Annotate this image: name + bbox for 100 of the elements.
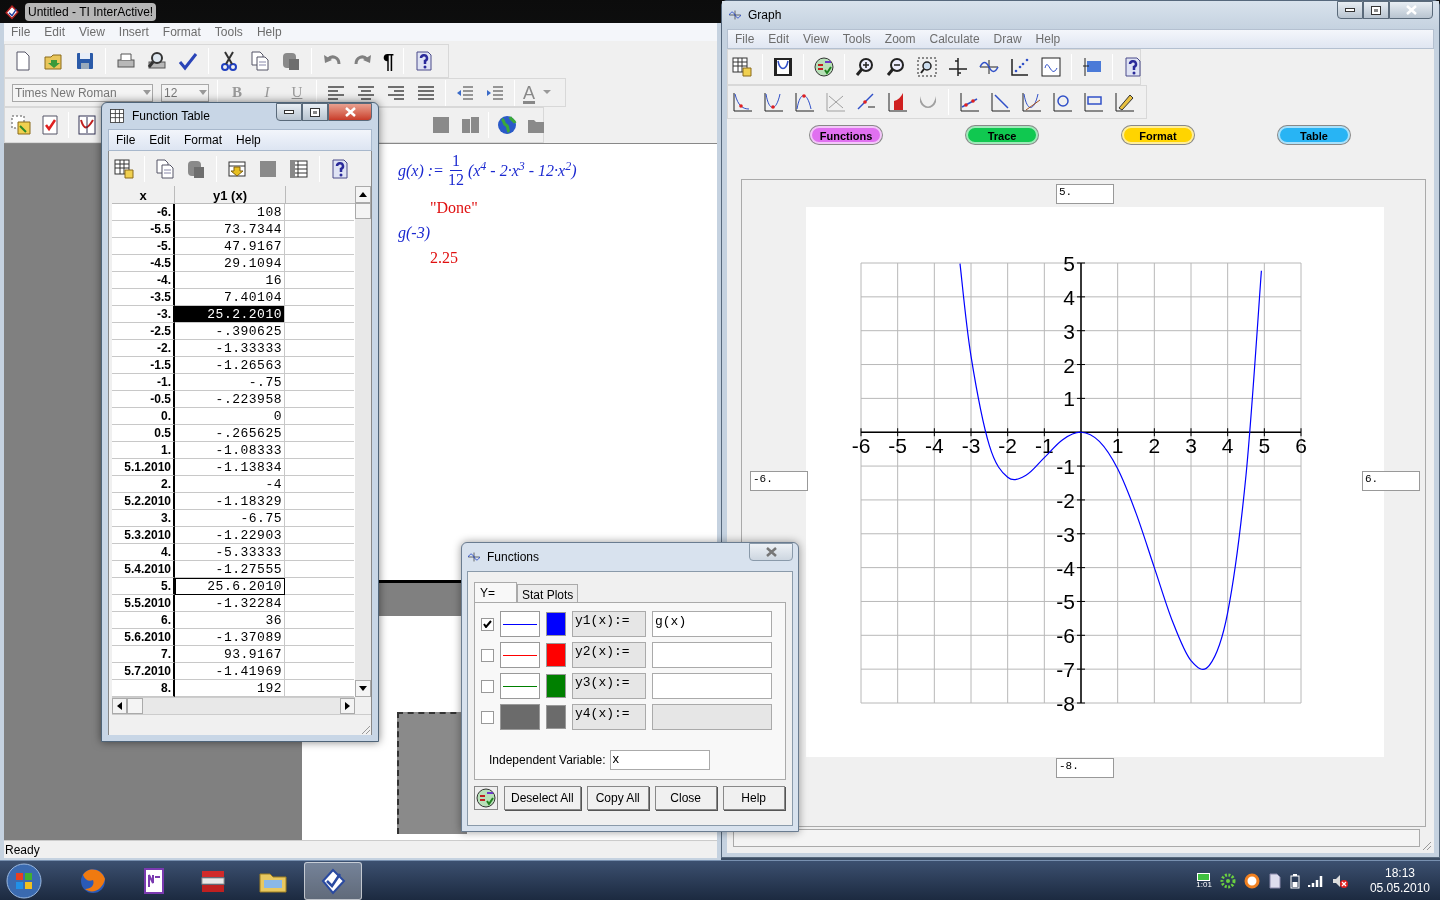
axes-icon[interactable] xyxy=(947,56,969,78)
table-cell[interactable]: -1.37089 xyxy=(175,629,285,646)
table-cell[interactable]: 25.6.2010 xyxy=(175,578,285,595)
save-icon[interactable] xyxy=(74,50,96,72)
function-field[interactable] xyxy=(652,642,772,668)
globe-icon[interactable] xyxy=(496,114,518,136)
insert-object-icon[interactable] xyxy=(10,114,32,136)
menu-item[interactable]: View xyxy=(796,30,836,48)
function-field[interactable] xyxy=(652,673,772,699)
font-name-dropdown[interactable]: Times New Roman xyxy=(12,83,153,102)
square-icon[interactable] xyxy=(430,114,452,136)
table-cell[interactable]: -.265625 xyxy=(175,425,285,442)
rectangle-icon[interactable] xyxy=(1082,91,1104,113)
paste-icon[interactable] xyxy=(280,50,302,72)
line-style-swatch[interactable] xyxy=(500,673,540,699)
start-button[interactable] xyxy=(4,861,44,900)
menu-item[interactable]: View xyxy=(72,23,112,41)
menu-item[interactable]: Insert xyxy=(111,23,156,41)
table-cell[interactable]: 73.7344 xyxy=(175,221,285,238)
copy-icon[interactable] xyxy=(154,157,176,180)
scroll-thumb[interactable] xyxy=(127,698,143,714)
math-tools-icon[interactable] xyxy=(813,56,835,78)
pencil-icon[interactable] xyxy=(1113,91,1135,113)
table-cell[interactable]: 16 xyxy=(175,272,285,289)
table-cell[interactable]: -6.75 xyxy=(175,510,285,527)
table-cell[interactable]: 93.9167 xyxy=(175,646,285,663)
table-cell[interactable]: 29.1094 xyxy=(175,255,285,272)
menu-item[interactable]: Tools xyxy=(835,30,878,48)
menu-item[interactable]: Help xyxy=(249,23,289,41)
table-cell[interactable]: -1.32284 xyxy=(175,595,285,612)
color-swatch[interactable] xyxy=(546,674,566,698)
zoom-box-icon[interactable] xyxy=(916,56,938,78)
print-preview-icon[interactable] xyxy=(146,50,168,72)
table-cell[interactable]: 0 xyxy=(175,408,285,425)
copy-icon[interactable] xyxy=(249,50,271,72)
pages-icon[interactable] xyxy=(459,114,481,136)
dialog-button[interactable]: Deselect All xyxy=(504,786,581,810)
menu-item[interactable]: Help xyxy=(1028,30,1068,48)
menu-item[interactable]: Zoom xyxy=(877,30,923,48)
table-cell[interactable]: 7.40104 xyxy=(175,289,285,306)
menu-item[interactable]: Format xyxy=(177,131,230,149)
document-icon[interactable] xyxy=(1267,872,1282,889)
pill-button[interactable]: Functions xyxy=(810,126,882,144)
line-style-swatch[interactable] xyxy=(500,611,540,637)
table-cell[interactable]: 25.2.2010 xyxy=(175,306,285,323)
menu-item[interactable]: Calculate xyxy=(922,30,987,48)
pill-button[interactable]: Format xyxy=(1122,126,1194,144)
range-field[interactable]: 6. xyxy=(1362,471,1420,491)
film-icon[interactable] xyxy=(772,56,794,78)
paragraph-button[interactable]: ¶ xyxy=(383,51,395,71)
table-cell[interactable]: -1.22903 xyxy=(175,527,285,544)
close-button[interactable] xyxy=(749,543,793,561)
table-cell[interactable]: -1.27555 xyxy=(175,561,285,578)
range-field[interactable]: 5. xyxy=(1056,184,1114,204)
signal-icon[interactable] xyxy=(1307,873,1324,888)
taskbar-button[interactable] xyxy=(304,861,362,900)
scroll-down-arrow-icon[interactable] xyxy=(359,686,367,691)
horizontal-scrollbar[interactable] xyxy=(733,829,1420,847)
scroll-up-arrow-icon[interactable] xyxy=(359,192,367,197)
curve-maximum-icon[interactable] xyxy=(793,91,815,113)
table-list-icon[interactable] xyxy=(288,157,310,180)
dialog-button[interactable]: Help xyxy=(722,786,785,810)
scroll-thumb[interactable] xyxy=(355,203,371,219)
shaded-area-icon[interactable] xyxy=(886,91,908,113)
diagonal-line-icon[interactable] xyxy=(989,91,1011,113)
color-swatch[interactable] xyxy=(546,612,566,636)
line-through-points-icon[interactable] xyxy=(958,91,980,113)
help-icon[interactable] xyxy=(329,157,351,180)
table-cell[interactable]: 47.9167 xyxy=(175,238,285,255)
table-cell[interactable]: -.75 xyxy=(175,374,285,391)
resize-grip-icon[interactable] xyxy=(359,723,371,735)
range-field[interactable]: -8. xyxy=(1056,758,1114,778)
cut-icon[interactable] xyxy=(218,50,240,72)
table-cell[interactable]: -1.08333 xyxy=(175,442,285,459)
minimize-button[interactable] xyxy=(276,103,302,121)
independent-variable-field[interactable]: x xyxy=(609,750,710,770)
line-style-swatch[interactable] xyxy=(500,642,540,668)
zoom-in-icon[interactable] xyxy=(854,56,876,78)
table-cell[interactable]: -1.41969 xyxy=(175,663,285,680)
table-cell[interactable]: 36 xyxy=(175,612,285,629)
check-mark-icon[interactable] xyxy=(177,50,199,72)
checkbox[interactable] xyxy=(481,648,494,662)
maximize-button[interactable] xyxy=(302,103,328,121)
curve-frame-icon[interactable] xyxy=(1040,56,1062,78)
table-cell[interactable]: -.223958 xyxy=(175,391,285,408)
table-export-icon[interactable] xyxy=(113,157,135,180)
checkbox[interactable] xyxy=(481,679,494,693)
close-button[interactable] xyxy=(328,103,372,121)
axis-label-icon[interactable] xyxy=(1081,56,1103,78)
horizontal-scrollbar[interactable] xyxy=(112,697,355,714)
checked-page-icon[interactable] xyxy=(39,114,61,136)
menu-item[interactable]: Tools xyxy=(207,23,250,41)
menu-item[interactable]: File xyxy=(109,131,143,149)
table-cell[interactable]: -.390625 xyxy=(175,323,285,340)
graph-export-icon[interactable] xyxy=(731,56,753,78)
menu-item[interactable]: Edit xyxy=(37,23,73,41)
ring-icon[interactable] xyxy=(1243,872,1260,889)
help-icon[interactable] xyxy=(1122,56,1144,78)
circle-icon[interactable] xyxy=(1051,91,1073,113)
close-button[interactable] xyxy=(1389,1,1433,19)
